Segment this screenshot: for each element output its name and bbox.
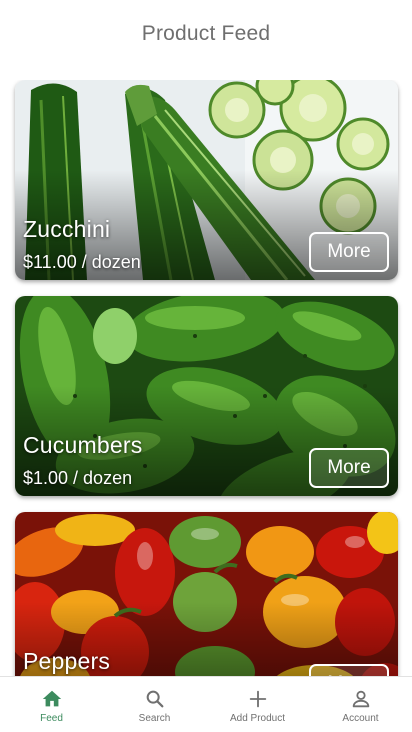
nav-label: Feed xyxy=(40,712,63,724)
product-name: Peppers xyxy=(23,648,111,674)
app-header: Product Feed xyxy=(0,0,412,66)
more-button[interactable]: More xyxy=(309,232,389,272)
more-button[interactable]: More xyxy=(309,448,389,488)
product-card-peppers[interactable]: Peppers More xyxy=(15,512,398,676)
nav-label: Search xyxy=(138,712,171,724)
home-icon xyxy=(42,690,61,706)
search-icon xyxy=(146,690,163,707)
bottom-navigation: Feed Search Add Product Account xyxy=(0,676,412,732)
nav-item-feed[interactable]: Feed xyxy=(0,677,103,732)
nav-item-account[interactable]: Account xyxy=(309,677,412,732)
product-feed[interactable]: Zucchini $11.00 / dozen More Cucumbers $… xyxy=(0,80,412,676)
product-card-cucumbers[interactable]: Cucumbers $1.00 / dozen More xyxy=(15,296,398,496)
product-price: $1.00 / dozen xyxy=(23,468,133,488)
nav-label: Account xyxy=(342,712,379,724)
person-icon xyxy=(352,690,369,707)
nav-label: Add Product xyxy=(229,712,286,724)
product-card-zucchini[interactable]: Zucchini $11.00 / dozen More xyxy=(15,80,398,280)
nav-item-search[interactable]: Search xyxy=(103,677,206,732)
nav-item-add-product[interactable]: Add Product xyxy=(206,677,309,732)
page-title: Product Feed xyxy=(141,22,271,45)
product-name: Cucumbers xyxy=(23,432,143,458)
product-price: $11.00 / dozen xyxy=(23,252,141,272)
plus-icon xyxy=(249,690,266,707)
more-button[interactable]: More xyxy=(309,664,389,676)
product-name: Zucchini xyxy=(23,216,111,242)
